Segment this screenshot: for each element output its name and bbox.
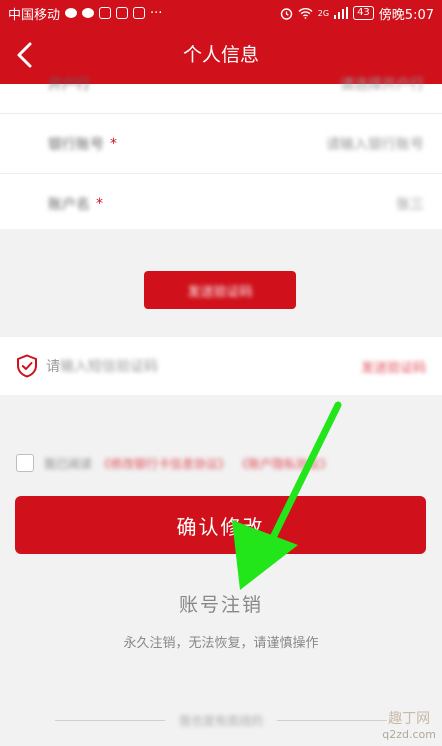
- wifi-icon: [298, 8, 313, 19]
- row-label: 开户行: [48, 76, 90, 93]
- alarm-icon: [280, 7, 292, 20]
- code-input-placeholder: 输入短信验证码: [60, 359, 158, 375]
- row-label: 账户名: [48, 197, 90, 213]
- status-left: 中国移动 ···: [8, 4, 162, 23]
- account-number-input[interactable]: 请输入银行账号: [326, 134, 424, 154]
- form-row-bank[interactable]: 开户行 请选择开户行: [0, 54, 442, 114]
- clock: 傍晚5:07: [378, 7, 434, 23]
- carrier-name: 中国移动: [8, 7, 61, 23]
- watermark-line1: 趣丁网: [388, 711, 431, 727]
- account-name-input[interactable]: 张三: [396, 194, 424, 214]
- divider-line: [277, 719, 387, 721]
- status-bar: 中国移动 ··· 2G 43 傍晚5:07: [0, 0, 442, 26]
- bank-info-form: 开户行 请选择开户行 银行账号 * 请输入银行账号 账户名 * 张三: [0, 77, 442, 229]
- app-notification-icon: [116, 7, 129, 19]
- agreement-link[interactable]: 《修改银行卡信息协议》: [98, 455, 230, 472]
- send-sms-code-link[interactable]: 发送验证码: [361, 357, 426, 376]
- watermark-logo: 趣丁网 q2zd.com: [382, 712, 436, 742]
- divider-line: [54, 719, 165, 721]
- verification-code-row: 请 输入短信验证码 发送验证码: [0, 337, 442, 395]
- divider-text: 我也是有底线的: [178, 713, 263, 728]
- cancel-account-note: 永久注销，无法恢复，请谨慎操作: [123, 636, 319, 651]
- more-notifications-icon: ···: [150, 5, 163, 21]
- privacy-link[interactable]: 《账户隐私协议》: [236, 455, 332, 472]
- bottom-divider: 我也是有底线的: [0, 708, 442, 732]
- agreement-text: 我已阅读: [44, 456, 93, 471]
- agreement-checkbox[interactable]: [16, 454, 34, 472]
- row-label: 银行账号: [48, 136, 104, 153]
- code-input-prefix: 请: [46, 359, 60, 375]
- battery-level: 43: [353, 6, 374, 20]
- status-right: 2G 43 傍晚5:07: [280, 4, 434, 23]
- form-row-account-name[interactable]: 账户名 * 张三: [0, 174, 442, 234]
- cancel-account-link[interactable]: 账号注销: [0, 590, 442, 617]
- wechat-icon: [65, 8, 78, 18]
- watermark-url: q2zd.com: [382, 728, 436, 741]
- required-marker: *: [110, 135, 117, 152]
- network-type: 2G: [317, 8, 330, 18]
- verification-code-input[interactable]: 输入短信验证码: [60, 356, 300, 376]
- app-notification-icon: [133, 7, 146, 19]
- send-code-button-label: 发送验证码: [187, 284, 253, 300]
- row-value: 请选择开户行: [340, 76, 424, 93]
- confirm-modify-button[interactable]: 确认修改: [15, 496, 426, 554]
- message-icon: [82, 8, 95, 18]
- required-marker: *: [96, 196, 103, 212]
- send-code-button[interactable]: 发送验证码: [144, 271, 296, 309]
- shield-check-icon: [17, 354, 37, 378]
- app-notification-icon: [99, 7, 112, 19]
- signal-icon: [334, 7, 349, 19]
- agreement-row: 我已阅读 《修改银行卡信息协议》 《账户隐私协议》: [16, 452, 436, 474]
- form-row-account-number[interactable]: 银行账号 * 请输入银行账号: [0, 114, 442, 174]
